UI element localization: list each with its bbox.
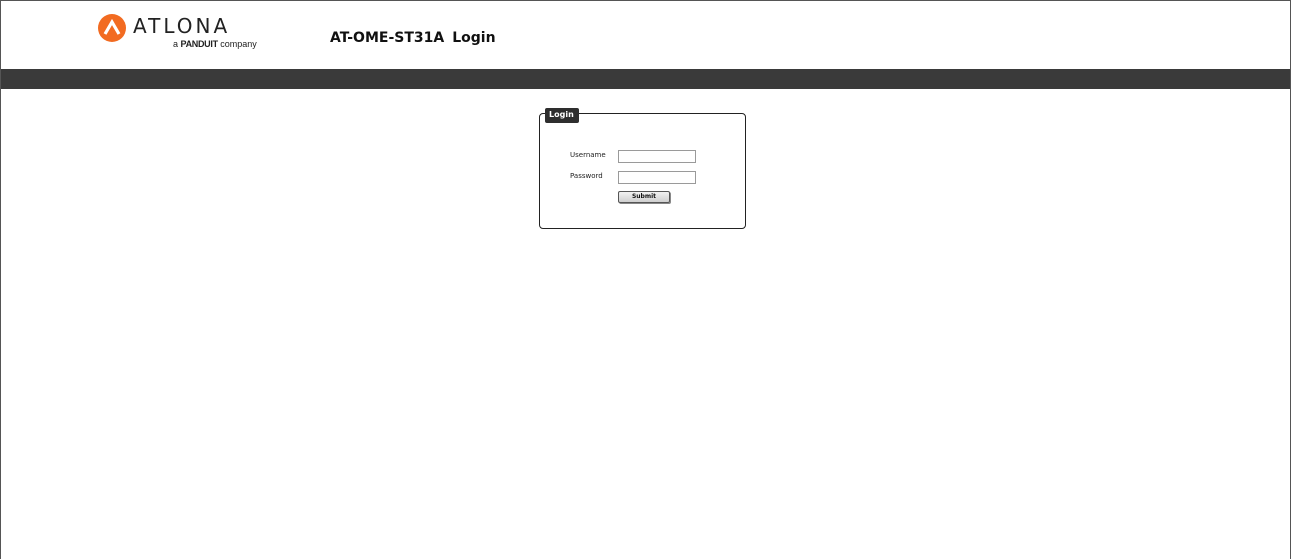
logo-wordmark: ATLONA — [133, 14, 231, 38]
login-fieldset: Login Username Password Submit — [539, 108, 746, 229]
submit-button[interactable]: Submit — [618, 191, 670, 203]
password-field[interactable] — [618, 171, 696, 184]
logo-tagline: a PANDUIT company — [173, 39, 257, 49]
page-title: AT-OME-ST31A Login — [330, 30, 504, 46]
login-legend: Login — [545, 108, 579, 123]
logo-tag-prefix: a — [173, 39, 179, 49]
logo-tag-suffix: company — [220, 39, 257, 49]
username-field[interactable] — [618, 150, 696, 163]
username-label: Username — [570, 151, 606, 159]
device-model: AT-OME-ST31A — [330, 30, 445, 46]
atlona-logo: ATLONA a PANDUIT company — [97, 11, 272, 51]
nav-bar — [1, 69, 1290, 89]
password-label: Password — [570, 172, 603, 180]
atlona-logo-icon — [98, 14, 126, 42]
logo-tag-brand: PANDUIT — [180, 39, 219, 49]
page-title-text: Login — [452, 30, 496, 46]
header: ATLONA a PANDUIT company AT-OME-ST31A Log… — [1, 1, 1290, 69]
